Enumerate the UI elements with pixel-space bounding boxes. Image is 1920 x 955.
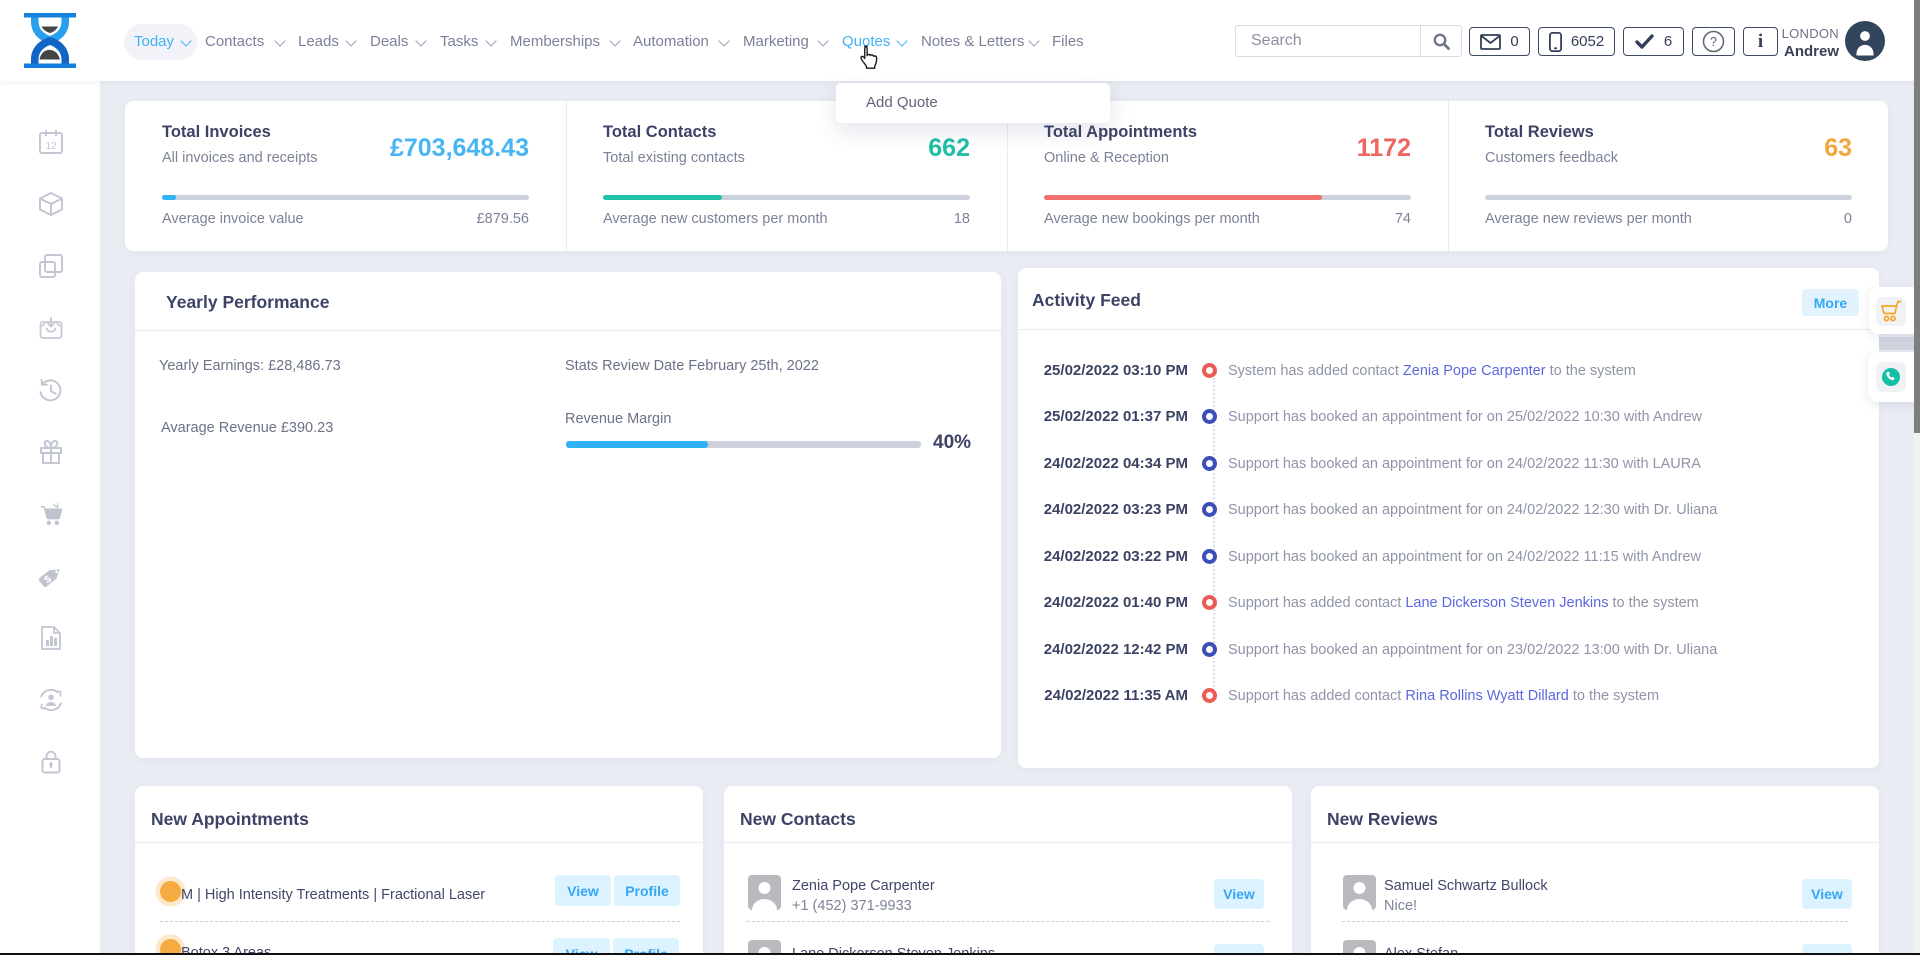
svg-text:12: 12: [45, 141, 57, 152]
